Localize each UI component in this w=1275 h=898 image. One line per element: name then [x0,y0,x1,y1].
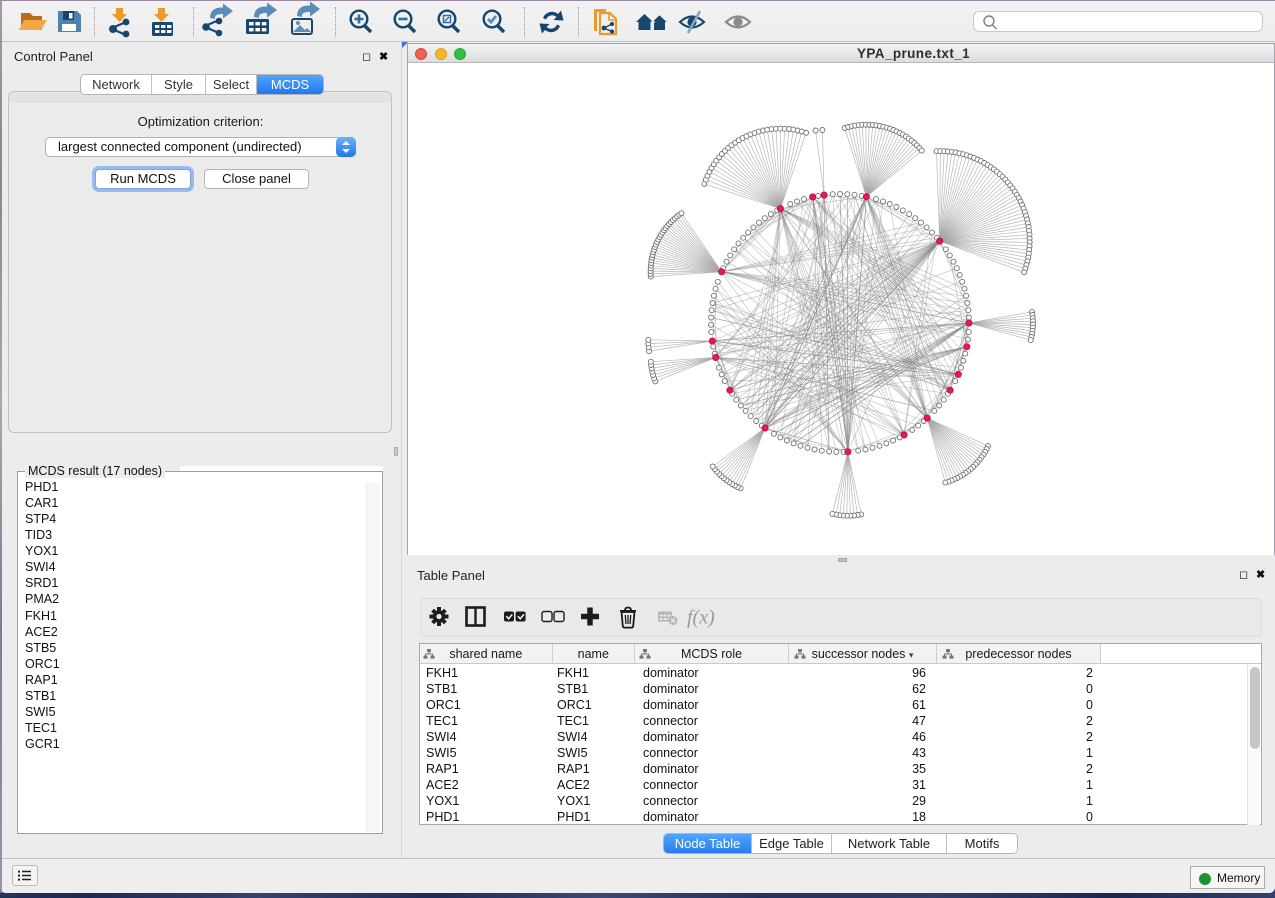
svg-text:f(x): f(x) [687,607,715,629]
